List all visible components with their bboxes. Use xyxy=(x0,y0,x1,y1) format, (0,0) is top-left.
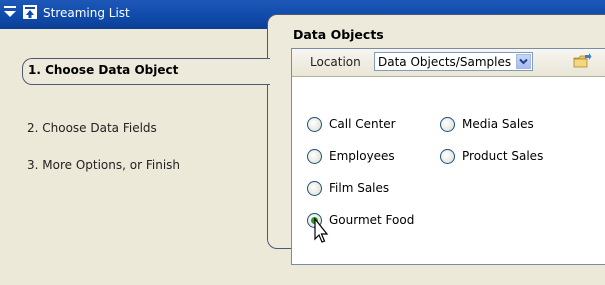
option-label-gourmet-food[interactable]: Gourmet Food xyxy=(329,213,414,227)
window-title: Streaming List xyxy=(43,6,130,20)
menu-collapse-icon[interactable] xyxy=(3,5,17,24)
panel-heading: Data Objects xyxy=(293,27,384,42)
step-1-choose-data-object[interactable]: 1. Choose Data Object xyxy=(22,58,270,85)
option-label-media-sales[interactable]: Media Sales xyxy=(462,117,534,131)
location-label: Location xyxy=(310,55,361,69)
app-icon[interactable] xyxy=(22,4,38,23)
mouse-cursor-icon xyxy=(309,217,329,249)
radio-film-sales[interactable] xyxy=(307,181,322,196)
folder-browse-icon[interactable] xyxy=(572,52,592,71)
radio-call-center[interactable] xyxy=(307,117,322,132)
location-select[interactable]: Data Objects/Samples xyxy=(374,52,533,71)
location-value: Data Objects/Samples xyxy=(378,55,512,69)
option-label-film-sales[interactable]: Film Sales xyxy=(329,181,389,195)
dropdown-arrow-icon[interactable] xyxy=(516,54,531,69)
step-3-more-options[interactable]: 3. More Options, or Finish xyxy=(27,158,180,172)
option-label-product-sales[interactable]: Product Sales xyxy=(462,149,543,163)
radio-employees[interactable] xyxy=(307,149,322,164)
option-label-employees[interactable]: Employees xyxy=(329,149,395,163)
radio-product-sales[interactable] xyxy=(440,149,455,164)
radio-media-sales[interactable] xyxy=(440,117,455,132)
option-label-call-center[interactable]: Call Center xyxy=(329,117,396,131)
step-2-choose-data-fields[interactable]: 2. Choose Data Fields xyxy=(27,121,157,135)
step-label: 1. Choose Data Object xyxy=(28,63,179,77)
location-row: Location Data Objects/Samples xyxy=(292,49,605,77)
